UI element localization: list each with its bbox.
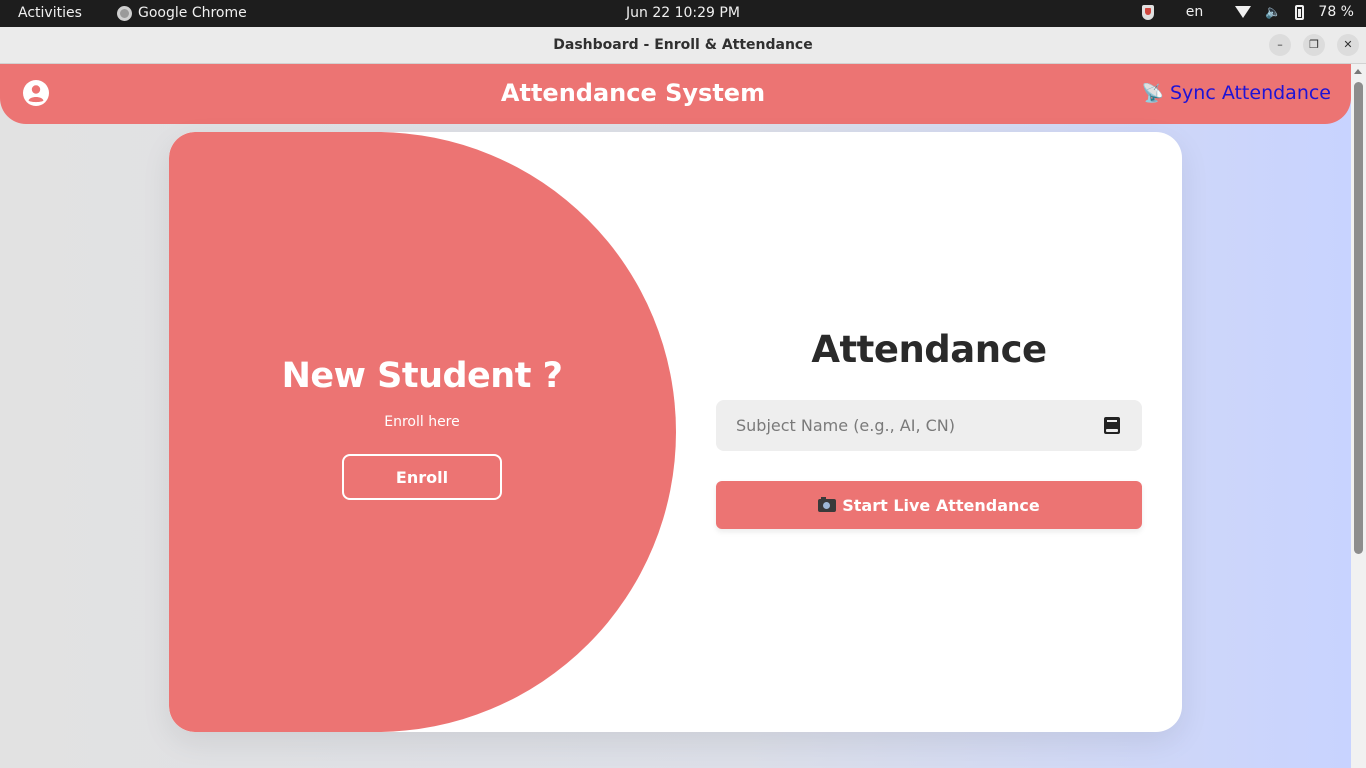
system-top-bar: Activities Google Chrome Jun 22 10:29 PM…	[0, 0, 1366, 27]
system-tray[interactable]: en 🔈 78 %	[1141, 4, 1354, 20]
book-icon	[1104, 417, 1120, 434]
volume-icon[interactable]: 🔈	[1265, 5, 1281, 20]
app-header: Attendance System 📡 Sync Attendance	[0, 64, 1351, 124]
language-indicator[interactable]: en	[1186, 4, 1204, 20]
enroll-subtext: Enroll here	[384, 414, 460, 430]
attendance-heading: Attendance	[811, 328, 1047, 371]
satellite-icon: 📡	[1141, 82, 1164, 104]
minimize-button[interactable]: –	[1269, 34, 1291, 56]
scroll-up-arrow-icon[interactable]	[1354, 69, 1362, 74]
scrollbar-thumb[interactable]	[1354, 82, 1363, 554]
sync-attendance-link[interactable]: 📡 Sync Attendance	[1142, 82, 1331, 104]
start-live-attendance-label: Start Live Attendance	[842, 495, 1040, 515]
sync-attendance-label: Sync Attendance	[1169, 82, 1331, 104]
main-card: New Student ? Enroll here Enroll Attenda…	[169, 132, 1182, 732]
enroll-button[interactable]: Enroll	[342, 454, 502, 500]
wifi-icon[interactable]	[1235, 6, 1252, 18]
maximize-button[interactable]: ❐	[1303, 34, 1325, 56]
battery-percentage: 78 %	[1318, 4, 1354, 20]
page-viewport: Attendance System 📡 Sync Attendance New …	[0, 64, 1351, 768]
attendance-panel: Attendance Start Live Attendance	[716, 132, 1142, 732]
subject-name-input[interactable]	[716, 400, 1096, 451]
shield-icon[interactable]	[1141, 4, 1154, 20]
close-button[interactable]: ✕	[1337, 34, 1359, 56]
subject-field[interactable]	[716, 400, 1142, 451]
window-title: Dashboard - Enroll & Attendance	[553, 37, 813, 53]
vertical-scrollbar[interactable]	[1351, 64, 1366, 768]
battery-icon[interactable]	[1295, 4, 1305, 20]
camera-icon	[818, 496, 837, 512]
start-live-attendance-button[interactable]: Start Live Attendance	[716, 481, 1142, 529]
enroll-panel: New Student ? Enroll here Enroll	[169, 132, 675, 732]
new-student-heading: New Student ?	[281, 356, 563, 396]
app-title: Attendance System	[500, 79, 766, 107]
window-title-bar: Dashboard - Enroll & Attendance – ❐ ✕	[0, 27, 1366, 64]
